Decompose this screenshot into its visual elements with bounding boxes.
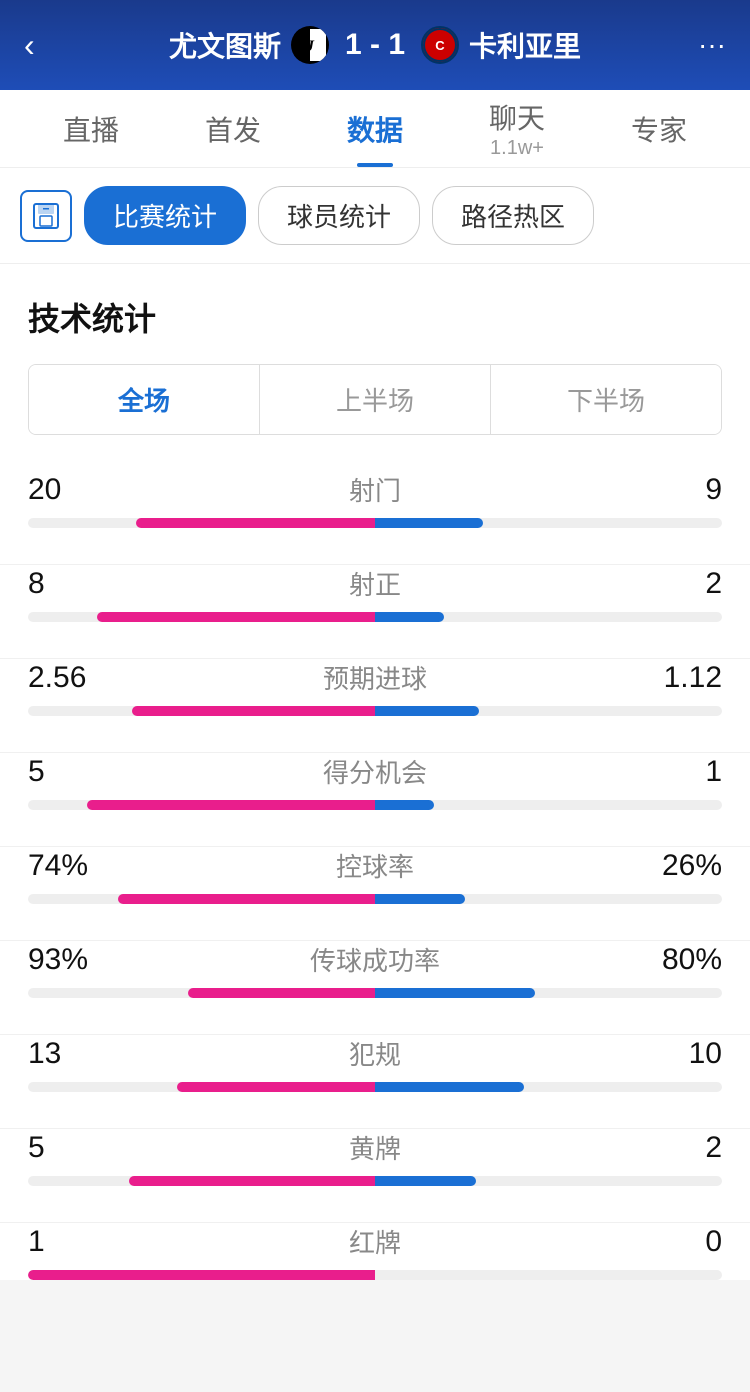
bar-left — [188, 988, 375, 998]
bar-left — [129, 1176, 375, 1186]
match-title: 尤文图斯 J 1 - 1 C 卡利亚里 — [68, 25, 682, 65]
stat-right-value: 9 — [622, 473, 722, 507]
stat-left-value: 93% — [28, 943, 128, 977]
stat-name: 传球成功率 — [128, 941, 622, 978]
home-team-name: 尤文图斯 — [169, 25, 281, 65]
stat-right-value: 2 — [622, 1131, 722, 1165]
stat-right-value: 1 — [622, 755, 722, 789]
stat-name: 得分机会 — [128, 753, 622, 790]
bar-right — [375, 706, 479, 716]
stat-bars — [28, 612, 722, 622]
bar-left — [132, 706, 375, 716]
stat-row: 20 射门 9 — [28, 471, 722, 528]
stat-left-value: 5 — [28, 1131, 128, 1165]
bar-right — [375, 894, 465, 904]
stat-right-value: 80% — [622, 943, 722, 977]
stat-right-value: 2 — [622, 567, 722, 601]
stat-bars — [28, 1270, 722, 1280]
main-content: 技术统计 全场 上半场 下半场 20 射门 9 8 射正 2 2.56 预期进球 — [0, 264, 750, 1280]
stat-right-value: 1.12 — [622, 661, 722, 695]
away-team-logo: C — [421, 26, 459, 64]
stat-right-value: 10 — [622, 1037, 722, 1071]
tab-navigation: 直播 首发 数据 聊天 1.1w+ 专家 — [0, 90, 750, 168]
more-button[interactable]: ··· — [682, 29, 726, 61]
save-icon[interactable] — [20, 190, 72, 242]
bar-left — [136, 518, 375, 528]
tab-live[interactable]: 直播 — [20, 90, 162, 167]
bar-left — [97, 612, 375, 622]
stat-bars — [28, 1082, 722, 1092]
bar-right — [375, 1082, 524, 1092]
bar-right — [375, 1176, 476, 1186]
stat-right-value: 26% — [622, 849, 722, 883]
svg-text:C: C — [435, 38, 445, 53]
match-stats-btn[interactable]: 比赛统计 — [84, 186, 246, 245]
stat-row: 13 犯规 10 — [28, 1035, 722, 1092]
bar-left — [177, 1082, 375, 1092]
stat-left-value: 74% — [28, 849, 128, 883]
tab-lineup[interactable]: 首发 — [162, 90, 304, 167]
stats-container: 20 射门 9 8 射正 2 2.56 预期进球 1.12 5 — [28, 471, 722, 1280]
tab-chat[interactable]: 聊天 1.1w+ — [446, 90, 588, 167]
period-selector: 全场 上半场 下半场 — [28, 364, 722, 435]
stat-row: 1 红牌 0 — [28, 1223, 722, 1280]
bar-left — [87, 800, 375, 810]
tab-expert[interactable]: 专家 — [588, 90, 730, 167]
tab-data[interactable]: 数据 — [304, 90, 446, 167]
stat-left-value: 8 — [28, 567, 128, 601]
stat-bars — [28, 706, 722, 716]
back-button[interactable]: ‹ — [24, 27, 68, 64]
stat-row: 5 黄牌 2 — [28, 1129, 722, 1186]
stat-left-value: 13 — [28, 1037, 128, 1071]
stat-name: 犯规 — [128, 1035, 622, 1072]
period-second[interactable]: 下半场 — [490, 365, 721, 434]
stat-row: 74% 控球率 26% — [28, 847, 722, 904]
stat-name: 控球率 — [128, 847, 622, 884]
svg-text:J: J — [305, 38, 315, 55]
stat-left-value: 20 — [28, 473, 128, 507]
stat-name: 黄牌 — [128, 1129, 622, 1166]
stat-name: 预期进球 — [128, 659, 622, 696]
bar-left — [28, 1270, 375, 1280]
stat-row: 93% 传球成功率 80% — [28, 941, 722, 998]
stat-left-value: 5 — [28, 755, 128, 789]
period-full[interactable]: 全场 — [29, 365, 259, 434]
header: ‹ 尤文图斯 J 1 - 1 C 卡利亚里 ··· — [0, 0, 750, 90]
stat-row: 8 射正 2 — [28, 565, 722, 622]
stat-bars — [28, 800, 722, 810]
home-team-logo: J — [291, 26, 329, 64]
section-title: 技术统计 — [28, 294, 722, 340]
stat-left-value: 2.56 — [28, 661, 128, 695]
heatmap-btn[interactable]: 路径热区 — [432, 186, 594, 245]
match-score: 1 - 1 — [345, 28, 405, 62]
bar-right — [375, 988, 535, 998]
bar-left — [118, 894, 375, 904]
stat-name: 射正 — [128, 565, 622, 602]
chat-badge: 1.1w+ — [490, 137, 544, 160]
stat-bars — [28, 518, 722, 528]
player-stats-btn[interactable]: 球员统计 — [258, 186, 420, 245]
bar-right — [375, 518, 483, 528]
period-first[interactable]: 上半场 — [259, 365, 490, 434]
stat-row: 5 得分机会 1 — [28, 753, 722, 810]
bar-right — [375, 800, 434, 810]
stat-name: 红牌 — [128, 1223, 622, 1260]
sub-navigation: 比赛统计 球员统计 路径热区 — [0, 168, 750, 264]
away-team-name: 卡利亚里 — [469, 25, 581, 65]
stat-bars — [28, 988, 722, 998]
stat-name: 射门 — [128, 471, 622, 508]
bar-right — [375, 612, 444, 622]
stat-right-value: 0 — [622, 1225, 722, 1259]
stat-left-value: 1 — [28, 1225, 128, 1259]
stat-row: 2.56 预期进球 1.12 — [28, 659, 722, 716]
stat-bars — [28, 894, 722, 904]
stat-bars — [28, 1176, 722, 1186]
